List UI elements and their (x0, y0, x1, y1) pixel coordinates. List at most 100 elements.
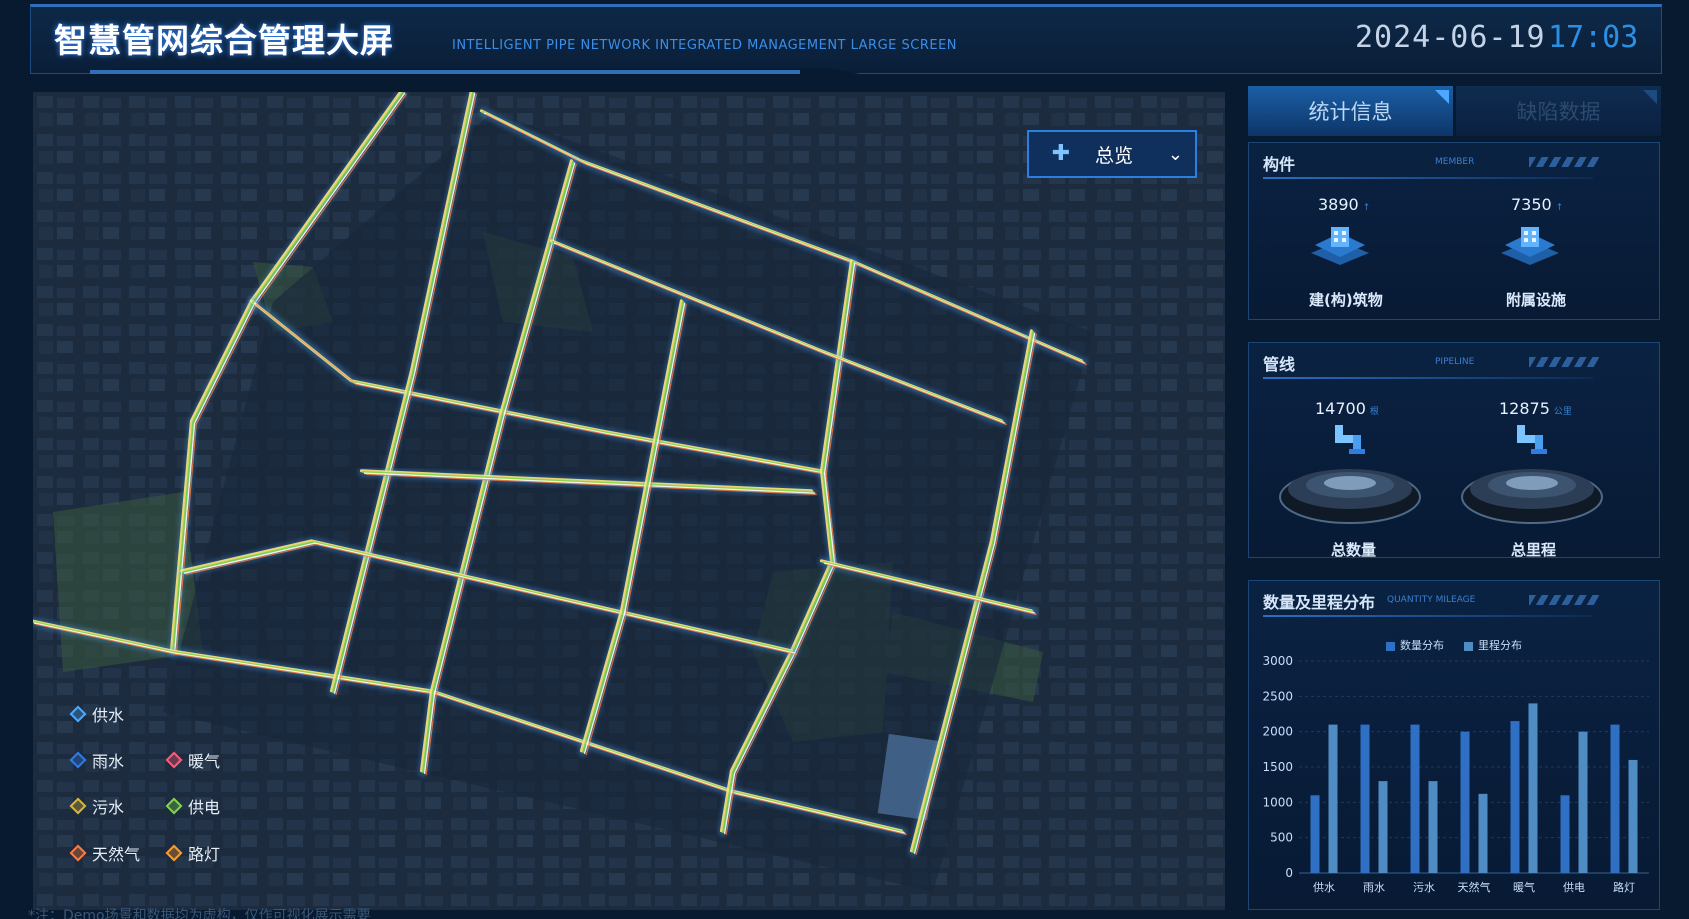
bar-quantity[interactable] (1510, 721, 1520, 873)
bar-quantity[interactable] (1410, 724, 1420, 873)
pipe-network-icon: ✚ (1051, 141, 1071, 166)
legend-item-heating: 暖气 (165, 748, 221, 772)
bar-quantity[interactable] (1360, 724, 1370, 873)
legend-label: 供电 (188, 798, 221, 817)
bar-quantity[interactable] (1310, 795, 1320, 873)
legend-item-gas: 天然气 (69, 841, 141, 865)
distribution-title: 数量及里程分布 (1263, 593, 1376, 612)
y-tick-label: 3000 (1262, 654, 1293, 668)
x-tick-label: 雨水 (1363, 881, 1385, 894)
tab-defects[interactable]: 缺陷数据 (1456, 86, 1661, 136)
buildings-count: 3890 ↑ (1318, 195, 1371, 214)
platform-disc-icon (1279, 469, 1421, 524)
overview-dropdown[interactable]: ✚ 总览 ⌄ (1027, 130, 1197, 178)
swatch-icon (1464, 641, 1473, 651)
distribution-panel: 数量及里程分布 QUANTITY MILEAGE 数量分布 里程分布 0 500 1… (1248, 580, 1660, 910)
legend-item-power: 供电 (165, 794, 221, 818)
legend-item-sewage: 污水 (69, 794, 125, 818)
diamond-icon (69, 844, 87, 862)
distribution-title-en: QUANTITY MILEAGE (1387, 595, 1476, 605)
tab-statistics[interactable]: 统计信息 (1248, 86, 1453, 136)
components-title: 构件 (1263, 155, 1296, 174)
legend-label: 供水 (92, 706, 125, 725)
page-subtitle: INTELLIGENT PIPE NETWORK INTEGRATED MANA… (452, 38, 958, 53)
distribution-bar-chart: 0 500 1000 1500 2000 2500 3000 供水 雨水 污水 天然气 暖气 供电 路灯 (1262, 654, 1649, 894)
swatch-icon (1386, 641, 1395, 651)
x-tick-label: 天然气 (1458, 880, 1491, 894)
x-tick-label: 路灯 (1613, 881, 1635, 894)
date-display: 2024-06-19 (1355, 20, 1546, 55)
bar-mileage[interactable] (1578, 731, 1588, 873)
building-icon (1311, 227, 1369, 265)
pipelines-title: 管线 (1263, 355, 1296, 374)
pipe-count: 14700 根 (1315, 399, 1379, 418)
facility-icon (1501, 227, 1559, 265)
bar-quantity[interactable] (1560, 795, 1570, 873)
bar-mileage[interactable] (1628, 759, 1638, 873)
y-tick-label: 1000 (1262, 795, 1293, 809)
corner-marker-icon (1643, 90, 1657, 104)
pipe-mileage-label: 总里程 (1511, 541, 1557, 559)
x-tick-label: 污水 (1413, 881, 1435, 894)
legend-item-rainwater: 雨水 (69, 748, 125, 772)
legend-quantity: 数量分布 (1386, 637, 1444, 653)
pipe-count-label: 总数量 (1331, 541, 1377, 559)
bar-mileage[interactable] (1428, 781, 1438, 873)
dashboard-page: { "header": { "title": "智慧管网综合管理大屏", "su… (0, 0, 1689, 919)
chart-legend: 数量分布 里程分布 (1386, 637, 1522, 653)
bar-quantity[interactable] (1460, 731, 1470, 873)
disclaimer-note: *注：Demo场景和数据均为虚构，仅作可视化展示需要 (28, 908, 371, 919)
facilities-count: 7350 ↑ (1511, 195, 1564, 214)
corner-marker-icon (1435, 90, 1449, 104)
platform-disc-icon (1461, 469, 1603, 524)
bar-mileage[interactable] (1378, 781, 1388, 873)
legend-item-water-supply: 供水 (69, 702, 125, 726)
legend-mileage: 里程分布 (1464, 637, 1522, 653)
components-panel: 构件 MEMBER 3890 ↑ 建(构)筑物 7350 ↑ 附属设施 (1248, 142, 1660, 320)
overview-label: 总览 (1095, 144, 1134, 167)
bar-mileage[interactable] (1528, 703, 1538, 873)
y-tick-label: 500 (1270, 831, 1293, 845)
y-tick-label: 1500 (1262, 760, 1293, 774)
stripe-decoration (1529, 357, 1599, 367)
legend-label: 路灯 (188, 845, 221, 864)
buildings-label: 建(构)筑物 (1309, 291, 1383, 309)
bar-quantity[interactable] (1610, 724, 1620, 873)
x-tick-label: 暖气 (1513, 880, 1535, 894)
legend-label: 污水 (92, 798, 125, 817)
pipe-icon (1335, 425, 1365, 454)
legend-item-streetlight: 路灯 (165, 841, 221, 865)
diamond-icon (165, 844, 183, 862)
map-legend: 供水 雨水 暖气 污水 供电 天然气 路灯 (66, 690, 266, 870)
legend-label: 天然气 (92, 845, 141, 864)
diamond-icon (165, 751, 183, 769)
tab-label: 统计信息 (1308, 100, 1393, 124)
tab-bar: 统计信息 缺陷数据 (1248, 86, 1661, 136)
stripe-decoration (1529, 157, 1599, 167)
x-tick-label: 供水 (1313, 880, 1335, 894)
diamond-icon (165, 797, 183, 815)
pipe-icon (1517, 425, 1547, 454)
page-title: 智慧管网综合管理大屏 (54, 21, 394, 60)
header-underline (90, 70, 800, 74)
diamond-icon (69, 705, 87, 723)
pipe-mileage: 12875 公里 (1499, 399, 1572, 418)
panel-divider (1263, 615, 1593, 617)
x-tick-label: 供电 (1563, 880, 1585, 894)
facilities-label: 附属设施 (1506, 291, 1567, 309)
y-tick-label: 2500 (1262, 689, 1293, 703)
tab-label: 缺陷数据 (1516, 100, 1601, 124)
legend-label: 雨水 (92, 752, 125, 771)
panel-divider (1263, 177, 1593, 179)
time-display: 17:03 (1548, 20, 1639, 55)
bar-mileage[interactable] (1478, 793, 1488, 873)
chevron-down-icon: ⌄ (1167, 143, 1183, 165)
bar-mileage[interactable] (1328, 724, 1338, 873)
diamond-icon (69, 751, 87, 769)
pipelines-title-en: PIPELINE (1435, 357, 1475, 367)
components-title-en: MEMBER (1435, 157, 1475, 167)
diamond-icon (69, 797, 87, 815)
y-tick-label: 0 (1285, 866, 1293, 880)
legend-label: 暖气 (188, 752, 221, 771)
y-tick-label: 2000 (1262, 725, 1293, 739)
